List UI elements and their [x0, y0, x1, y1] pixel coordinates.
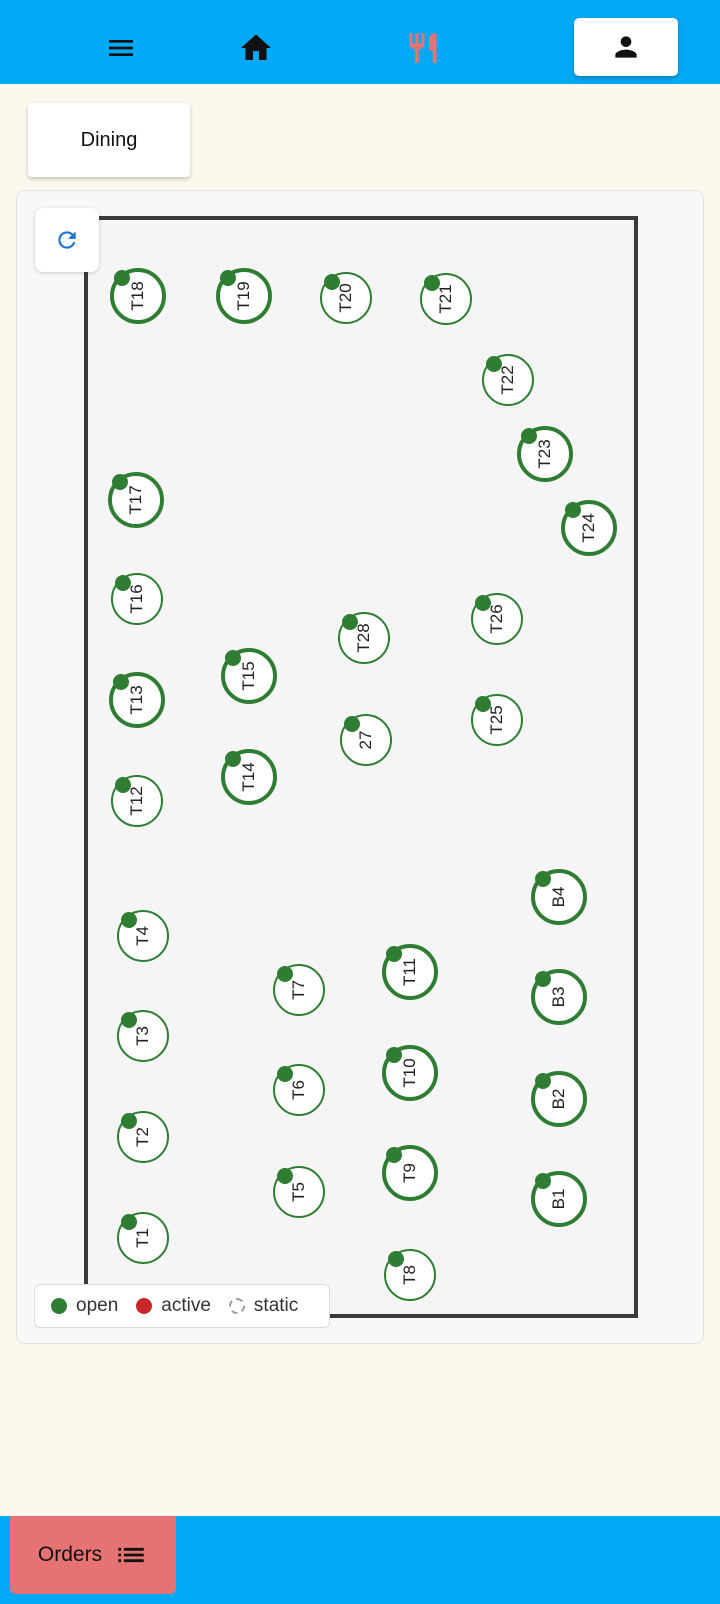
table-t21[interactable]: T21	[420, 273, 472, 325]
menu-icon	[109, 40, 133, 56]
table-label: T21	[436, 284, 455, 314]
table-label: T23	[535, 439, 554, 469]
table-label: T26	[487, 604, 506, 634]
table-t20[interactable]: T20	[320, 272, 372, 324]
table-label: T10	[400, 1058, 419, 1088]
orders-label: Orders	[37, 1543, 103, 1566]
table-t13[interactable]: T13	[109, 672, 165, 728]
table-label: T1	[133, 1228, 152, 1248]
table-label: T2	[133, 1127, 152, 1147]
status-dot	[535, 871, 551, 887]
table-label: T15	[239, 661, 258, 691]
table-label: T24	[579, 513, 598, 543]
profile-button[interactable]	[574, 18, 678, 76]
table-label: T20	[336, 283, 355, 313]
table-label: T14	[239, 762, 258, 792]
table-t18[interactable]: T18	[110, 268, 166, 324]
open-status-dot	[51, 1298, 67, 1314]
table-t7[interactable]: T7	[273, 964, 325, 1016]
table-b4[interactable]: B4	[531, 869, 587, 925]
table-t26[interactable]: T26	[471, 593, 523, 645]
legend-active: active	[136, 1295, 211, 1317]
table-t3[interactable]: T3	[117, 1010, 169, 1062]
table-b3[interactable]: B3	[531, 969, 587, 1025]
table-label: T9	[400, 1163, 419, 1183]
active-status-dot	[136, 1298, 153, 1314]
refresh-icon	[58, 231, 76, 249]
table-b2[interactable]: B2	[531, 1071, 587, 1127]
table-t2[interactable]: T2	[117, 1111, 169, 1163]
table-label: T11	[400, 957, 419, 987]
table-b1[interactable]: B1	[531, 1171, 587, 1227]
legend-active-label: active	[161, 1295, 211, 1316]
table-t11[interactable]: T11	[382, 944, 438, 1000]
table-label: T5	[289, 1182, 308, 1202]
status-dot	[386, 1147, 402, 1163]
floor-tab-dining[interactable]: Dining	[28, 103, 190, 177]
table-t1[interactable]: T1	[117, 1212, 169, 1264]
home-button[interactable]	[226, 20, 286, 76]
table-label: T6	[289, 1080, 308, 1100]
table-label: 27	[356, 730, 375, 750]
legend-static: static	[228, 1295, 299, 1317]
table-t23[interactable]: T23	[517, 426, 573, 482]
table-label: B2	[549, 1088, 568, 1110]
table-t4[interactable]: T4	[117, 910, 169, 962]
table-t6[interactable]: T6	[273, 1064, 325, 1116]
table-27[interactable]: 27	[340, 714, 392, 766]
table-label: T25	[487, 705, 506, 735]
menu-button[interactable]	[91, 20, 151, 76]
table-t24[interactable]: T24	[561, 500, 617, 556]
status-dot	[535, 1073, 551, 1089]
table-t28[interactable]: T28	[338, 612, 390, 664]
table-label: B3	[549, 986, 568, 1008]
table-t12[interactable]: T12	[111, 775, 163, 827]
orders-button[interactable]: Orders	[10, 1516, 176, 1594]
table-label: T7	[289, 980, 308, 1000]
table-label: T12	[127, 786, 146, 816]
status-dot	[535, 1173, 551, 1189]
table-t9[interactable]: T9	[382, 1145, 438, 1201]
table-label: T19	[234, 281, 253, 311]
table-t5[interactable]: T5	[273, 1166, 325, 1218]
table-t16[interactable]: T16	[111, 573, 163, 625]
table-label: B4	[549, 886, 568, 908]
table-label: T8	[400, 1265, 419, 1285]
legend-open: open	[51, 1295, 118, 1317]
table-label: T3	[133, 1026, 152, 1046]
table-t10[interactable]: T10	[382, 1045, 438, 1101]
table-label: B1	[549, 1188, 568, 1210]
restaurant-icon	[409, 33, 437, 63]
static-status-dot	[228, 1298, 245, 1314]
table-label: T13	[127, 685, 146, 715]
room-outline	[84, 216, 638, 1318]
list-icon	[118, 1547, 144, 1563]
legend-open-label: open	[76, 1295, 119, 1316]
table-t8[interactable]: T8	[384, 1249, 436, 1301]
status-legend: open active static	[34, 1284, 330, 1328]
table-t15[interactable]: T15	[221, 648, 277, 704]
table-label: T16	[127, 584, 146, 614]
home-icon	[241, 34, 271, 60]
table-t19[interactable]: T19	[216, 268, 272, 324]
status-dot	[535, 971, 551, 987]
restaurant-button[interactable]	[393, 20, 453, 76]
table-t22[interactable]: T22	[482, 354, 534, 406]
table-label: T28	[354, 623, 373, 653]
table-label: T18	[128, 281, 147, 311]
table-label: T22	[498, 365, 517, 395]
table-t14[interactable]: T14	[221, 749, 277, 805]
legend-static-label: static	[253, 1295, 299, 1316]
refresh-button[interactable]	[35, 208, 99, 272]
table-label: T17	[126, 485, 145, 515]
table-label: T4	[133, 926, 152, 946]
table-t17[interactable]: T17	[108, 472, 164, 528]
table-t25[interactable]: T25	[471, 694, 523, 746]
person-icon	[615, 36, 637, 58]
